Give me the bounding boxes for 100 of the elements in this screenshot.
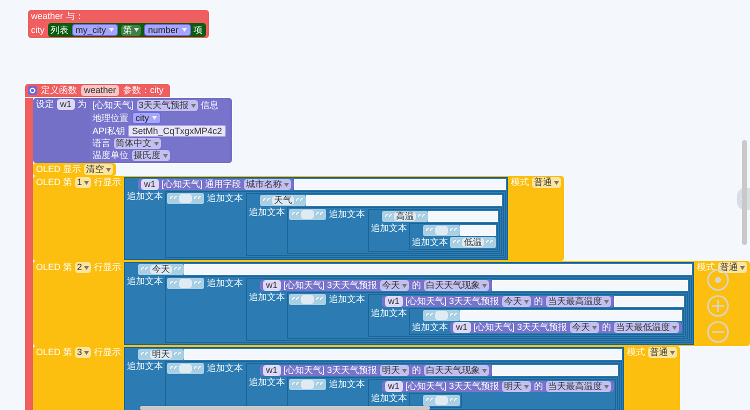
zoom-out-button[interactable] [706, 320, 730, 344]
quote-mark-icon [263, 198, 270, 204]
block-label: 追加文本 [126, 276, 164, 287]
caret-icon [154, 142, 159, 146]
block-label: [心知天气] 3天天气预报 [406, 381, 500, 392]
dropdown-field[interactable]: 今天 [502, 296, 532, 307]
text-field[interactable] [301, 210, 314, 219]
quote-mark-icon [453, 240, 460, 246]
text-field[interactable] [301, 295, 314, 304]
block-label: API私钥 [92, 126, 126, 136]
variable-field[interactable]: w1 [57, 99, 75, 110]
quote-mark-icon [426, 312, 434, 318]
dropdown-field[interactable]: 今天 [380, 280, 410, 291]
block-label: weather [31, 11, 64, 22]
block-label: 模式 [697, 262, 716, 273]
variable-field[interactable]: weather [81, 85, 120, 96]
variable-field[interactable]: w1 [385, 296, 403, 307]
text-field[interactable]: 今天 [150, 265, 172, 274]
variable-dropdown[interactable]: number [144, 24, 191, 36]
quote-mark-icon [292, 212, 300, 218]
text-field[interactable]: 天气 [272, 196, 294, 205]
caret-icon [402, 368, 408, 372]
dropdown-field[interactable]: 清空 [84, 164, 114, 175]
text-field[interactable] [435, 311, 448, 320]
input-slot [460, 225, 496, 236]
block-label: 追加文本 [411, 237, 450, 248]
quote-mark-icon [170, 196, 178, 202]
dropdown-field[interactable]: 普通 [648, 347, 678, 358]
text-field[interactable]: 低温 [462, 238, 484, 247]
text-field[interactable] [179, 364, 192, 373]
vertical-scrollbar[interactable] [742, 140, 747, 245]
dropdown-field[interactable]: 当天最高温度 [546, 381, 612, 392]
block-label: 追加文本 [248, 292, 286, 303]
text-field[interactable]: 明天 [150, 350, 172, 359]
dropdown-field[interactable]: 明天 [502, 381, 532, 392]
block-label: OLED 显示 [36, 164, 82, 175]
block-label: [心知天气] 3天天气预报 [284, 280, 378, 291]
block-label: 的 [412, 365, 422, 376]
dropdown-field[interactable]: 今天 [570, 322, 600, 333]
block-label: 追加文本 [328, 379, 366, 390]
dropdown-field[interactable]: 当天最高温度 [546, 296, 612, 307]
zoom-in-button[interactable] [706, 294, 730, 318]
text-field[interactable] [435, 226, 448, 235]
block-label: 行显示 [94, 177, 122, 188]
text-field[interactable]: 高温 [394, 212, 416, 221]
quote-mark-icon [486, 240, 494, 246]
text-field[interactable] [435, 396, 448, 405]
dropdown-field[interactable]: 简体中文 [114, 138, 161, 149]
block-label: 追加文本 [328, 209, 366, 220]
quote-mark-icon [385, 214, 392, 220]
dropdown-field[interactable]: 白天天气现象 [424, 365, 490, 376]
caret-icon [134, 28, 140, 32]
caret-icon [482, 284, 488, 288]
block-label: 追加文本 [370, 308, 408, 319]
quote-mark-icon [194, 366, 202, 372]
dropdown-field[interactable]: 明天 [380, 365, 410, 376]
variable-field[interactable]: w1 [263, 365, 281, 376]
caret-icon [604, 384, 610, 388]
dropdown-field[interactable]: 摄氏度 [132, 150, 170, 161]
variable-dropdown[interactable]: my_city [72, 24, 118, 36]
key-input-field[interactable]: SetMh_CqTxgxMP4c2 [128, 125, 226, 137]
variable-field[interactable]: w1 [263, 280, 281, 291]
block-label: city [31, 24, 44, 36]
horizontal-scrollbar[interactable] [140, 406, 430, 410]
block-label: 行显示 [94, 347, 122, 358]
text-field[interactable] [179, 194, 192, 203]
dropdown-field[interactable]: 城市名称 [244, 179, 292, 190]
variable-field[interactable]: w1 [385, 381, 403, 392]
block-label: 追加文本 [248, 207, 286, 218]
block-label: 追加文本 [328, 294, 366, 305]
caret-icon [604, 300, 610, 304]
dropdown-field[interactable]: 白天天气现象 [424, 280, 490, 291]
dropdown-field[interactable]: 第 [121, 24, 142, 36]
gear-icon [28, 86, 37, 95]
variable-field[interactable]: w1 [141, 179, 159, 190]
dropdown-field[interactable]: 当天最低温度 [614, 322, 680, 333]
dropdown-field[interactable]: 2 [75, 262, 92, 273]
dropdown-field[interactable]: 普通 [532, 177, 562, 188]
block-label: 追加文本 [370, 393, 408, 404]
variable-field[interactable]: w1 [453, 322, 471, 333]
caret-icon [670, 350, 676, 354]
quote-mark-icon [426, 228, 434, 234]
caret-icon [482, 368, 488, 372]
quote-mark-icon [170, 366, 178, 372]
dropdown-field[interactable]: 1 [75, 177, 92, 188]
caret-icon [106, 168, 112, 172]
block-label: 参数：city [123, 85, 164, 96]
variable-dropdown[interactable]: city [132, 112, 162, 124]
text-field[interactable] [179, 279, 192, 288]
block-label: 追加文本 [411, 322, 450, 333]
dropdown-field[interactable]: 3天天气预报 [136, 100, 198, 111]
dropdown-field[interactable]: 普通 [718, 262, 748, 273]
dropdown-field[interactable]: 3 [75, 347, 92, 358]
block-label: 的 [412, 280, 422, 291]
text-field[interactable] [301, 380, 314, 389]
plus-icon [706, 294, 730, 318]
block-label: 设定 [36, 99, 54, 110]
quote-mark-icon [316, 212, 324, 218]
quote-mark-icon [141, 266, 148, 272]
caret-icon [740, 266, 746, 270]
